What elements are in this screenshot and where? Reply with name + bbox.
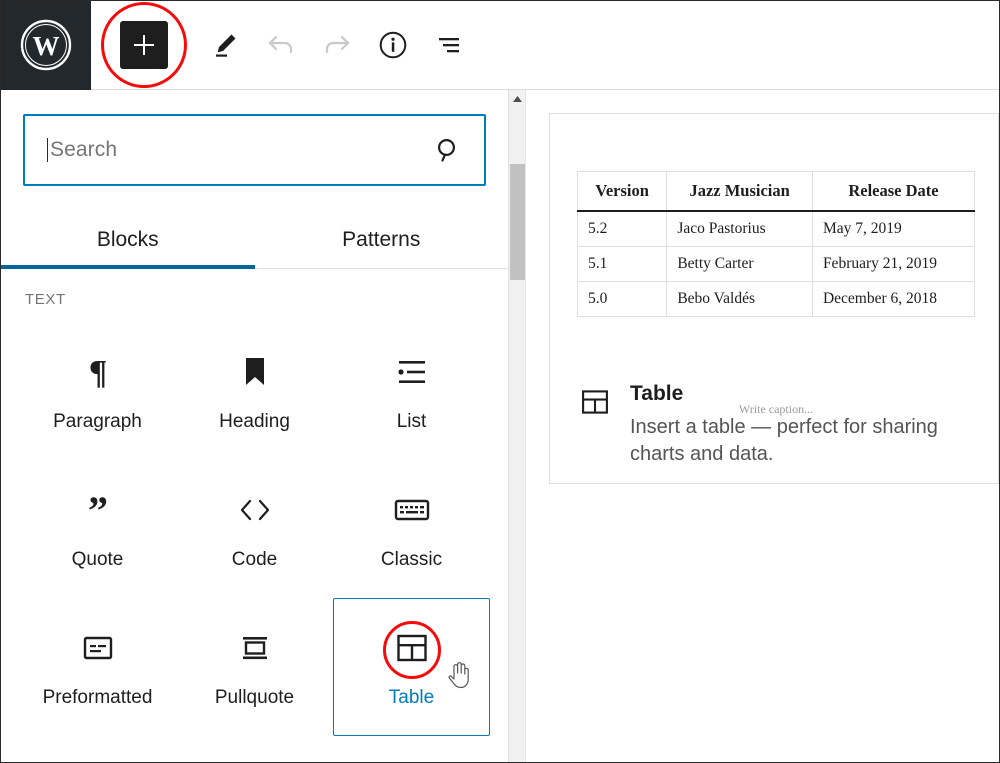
table-cell: Betty Carter — [666, 246, 813, 282]
block-item-list[interactable]: List — [333, 322, 490, 460]
preview-card: Version Jazz Musician Release Date 5.2 J… — [549, 113, 999, 484]
block-label: Table — [388, 687, 435, 708]
svg-text:”: ” — [88, 494, 108, 526]
wordpress-logo[interactable]: W — [1, 1, 91, 90]
hand-cursor — [446, 659, 472, 689]
svg-text:¶: ¶ — [88, 354, 106, 390]
block-label: Classic — [380, 549, 443, 570]
bookmark-icon — [240, 349, 270, 395]
block-info-title: Table — [630, 382, 684, 405]
block-item-heading[interactable]: Heading — [176, 322, 333, 460]
quote-marks-icon: ” — [82, 487, 114, 533]
table-cell: Jaco Pastorius — [666, 210, 813, 247]
table-cell: 5.1 — [576, 246, 668, 282]
preview-table: Version Jazz Musician Release Date 5.2 J… — [576, 171, 976, 317]
block-label: Heading — [219, 411, 290, 432]
info-circle-icon — [379, 31, 407, 59]
text-caret — [47, 138, 48, 162]
editor-toolbar: W — [1, 1, 999, 90]
search-placeholder: Search — [50, 138, 118, 161]
block-info-description: Insert a table — perfect for sharing cha… — [630, 416, 938, 466]
block-label: Preformatted — [42, 687, 153, 708]
bullet-list-icon — [395, 349, 429, 395]
svg-text:W: W — [33, 31, 60, 61]
table-header-cell: Release Date — [811, 171, 976, 212]
undo-arrow-icon — [268, 35, 293, 54]
tab-blocks-label: Blocks — [96, 228, 159, 251]
table-icon — [395, 625, 429, 671]
pencil-icon — [216, 34, 236, 57]
block-item-table[interactable]: Table — [333, 598, 490, 736]
block-info: Table Insert a table — perfect for shari… — [580, 382, 960, 468]
details-button[interactable] — [365, 1, 421, 90]
table-cell: May 7, 2019 — [811, 210, 976, 247]
search-area: Search — [1, 90, 508, 186]
table-row: 5.1 Betty Carter February 21, 2019 — [576, 246, 976, 282]
redo-button[interactable] — [309, 1, 365, 90]
block-item-pullquote[interactable]: Pullquote — [176, 598, 333, 736]
tab-blocks[interactable]: Blocks — [1, 216, 255, 269]
undo-button[interactable] — [253, 1, 309, 90]
inserter-scrollbar[interactable] — [509, 90, 526, 762]
table-cell: February 21, 2019 — [811, 246, 976, 282]
table-header-cell: Jazz Musician — [666, 171, 813, 212]
tools-edit-button[interactable] — [197, 1, 253, 90]
block-label: List — [396, 411, 427, 432]
table-cell: December 6, 2018 — [811, 281, 976, 317]
list-view-button[interactable] — [421, 1, 477, 90]
block-inserter-wrapper — [91, 1, 197, 90]
scrollbar-thumb[interactable] — [510, 164, 525, 280]
block-grid: ¶ Paragraph Heading List ” Quote Code Cl… — [1, 322, 508, 736]
block-item-classic[interactable]: Classic — [333, 460, 490, 598]
inserter-tabs: Blocks Patterns — [1, 216, 508, 269]
list-view-icon — [439, 38, 459, 53]
table-cell: 5.0 — [576, 281, 668, 317]
table-row: 5.2 Jaco Pastorius May 7, 2019 — [576, 210, 976, 247]
table-row: 5.0 Bebo Valdés December 6, 2018 — [576, 281, 976, 317]
block-label: Quote — [71, 549, 124, 570]
plus-icon-vertical — [142, 35, 146, 55]
table-header-cell: Version — [576, 171, 668, 212]
tab-patterns-label: Patterns — [342, 228, 421, 251]
table-cell: Bebo Valdés — [666, 281, 813, 317]
table-cell: 5.2 — [576, 210, 668, 247]
block-item-code[interactable]: Code — [176, 460, 333, 598]
angle-brackets-icon — [236, 487, 274, 533]
block-item-paragraph[interactable]: ¶ Paragraph — [19, 322, 176, 460]
pullquote-icon — [238, 625, 272, 671]
wordpress-block-editor: W Search Blocks Patterns TEXT ¶ Paragrap… — [0, 0, 1000, 763]
search-input[interactable]: Search — [23, 114, 486, 186]
block-label: Paragraph — [53, 411, 142, 432]
tab-patterns[interactable]: Patterns — [255, 216, 509, 268]
block-preview-panel: Version Jazz Musician Release Date 5.2 J… — [527, 90, 999, 762]
block-label: Code — [231, 549, 278, 570]
block-item-quote[interactable]: ” Quote — [19, 460, 176, 598]
block-item-preformatted[interactable]: Preformatted — [19, 598, 176, 736]
block-info-text: Table Insert a table — perfect for shari… — [630, 382, 960, 468]
block-label: Pullquote — [214, 687, 295, 708]
search-icon — [434, 136, 462, 164]
block-inserter-panel: Search Blocks Patterns TEXT ¶ Paragraph … — [1, 90, 509, 762]
section-header-text: TEXT — [25, 291, 66, 308]
block-inserter-button[interactable] — [120, 21, 168, 69]
preformatted-icon — [82, 625, 114, 671]
table-header-row: Version Jazz Musician Release Date — [576, 171, 976, 212]
pilcrow-icon: ¶ — [81, 349, 115, 395]
table-icon — [580, 387, 610, 422]
keyboard-icon — [394, 487, 430, 533]
scroll-up-arrow-icon[interactable] — [509, 90, 526, 107]
redo-arrow-icon — [325, 35, 350, 54]
